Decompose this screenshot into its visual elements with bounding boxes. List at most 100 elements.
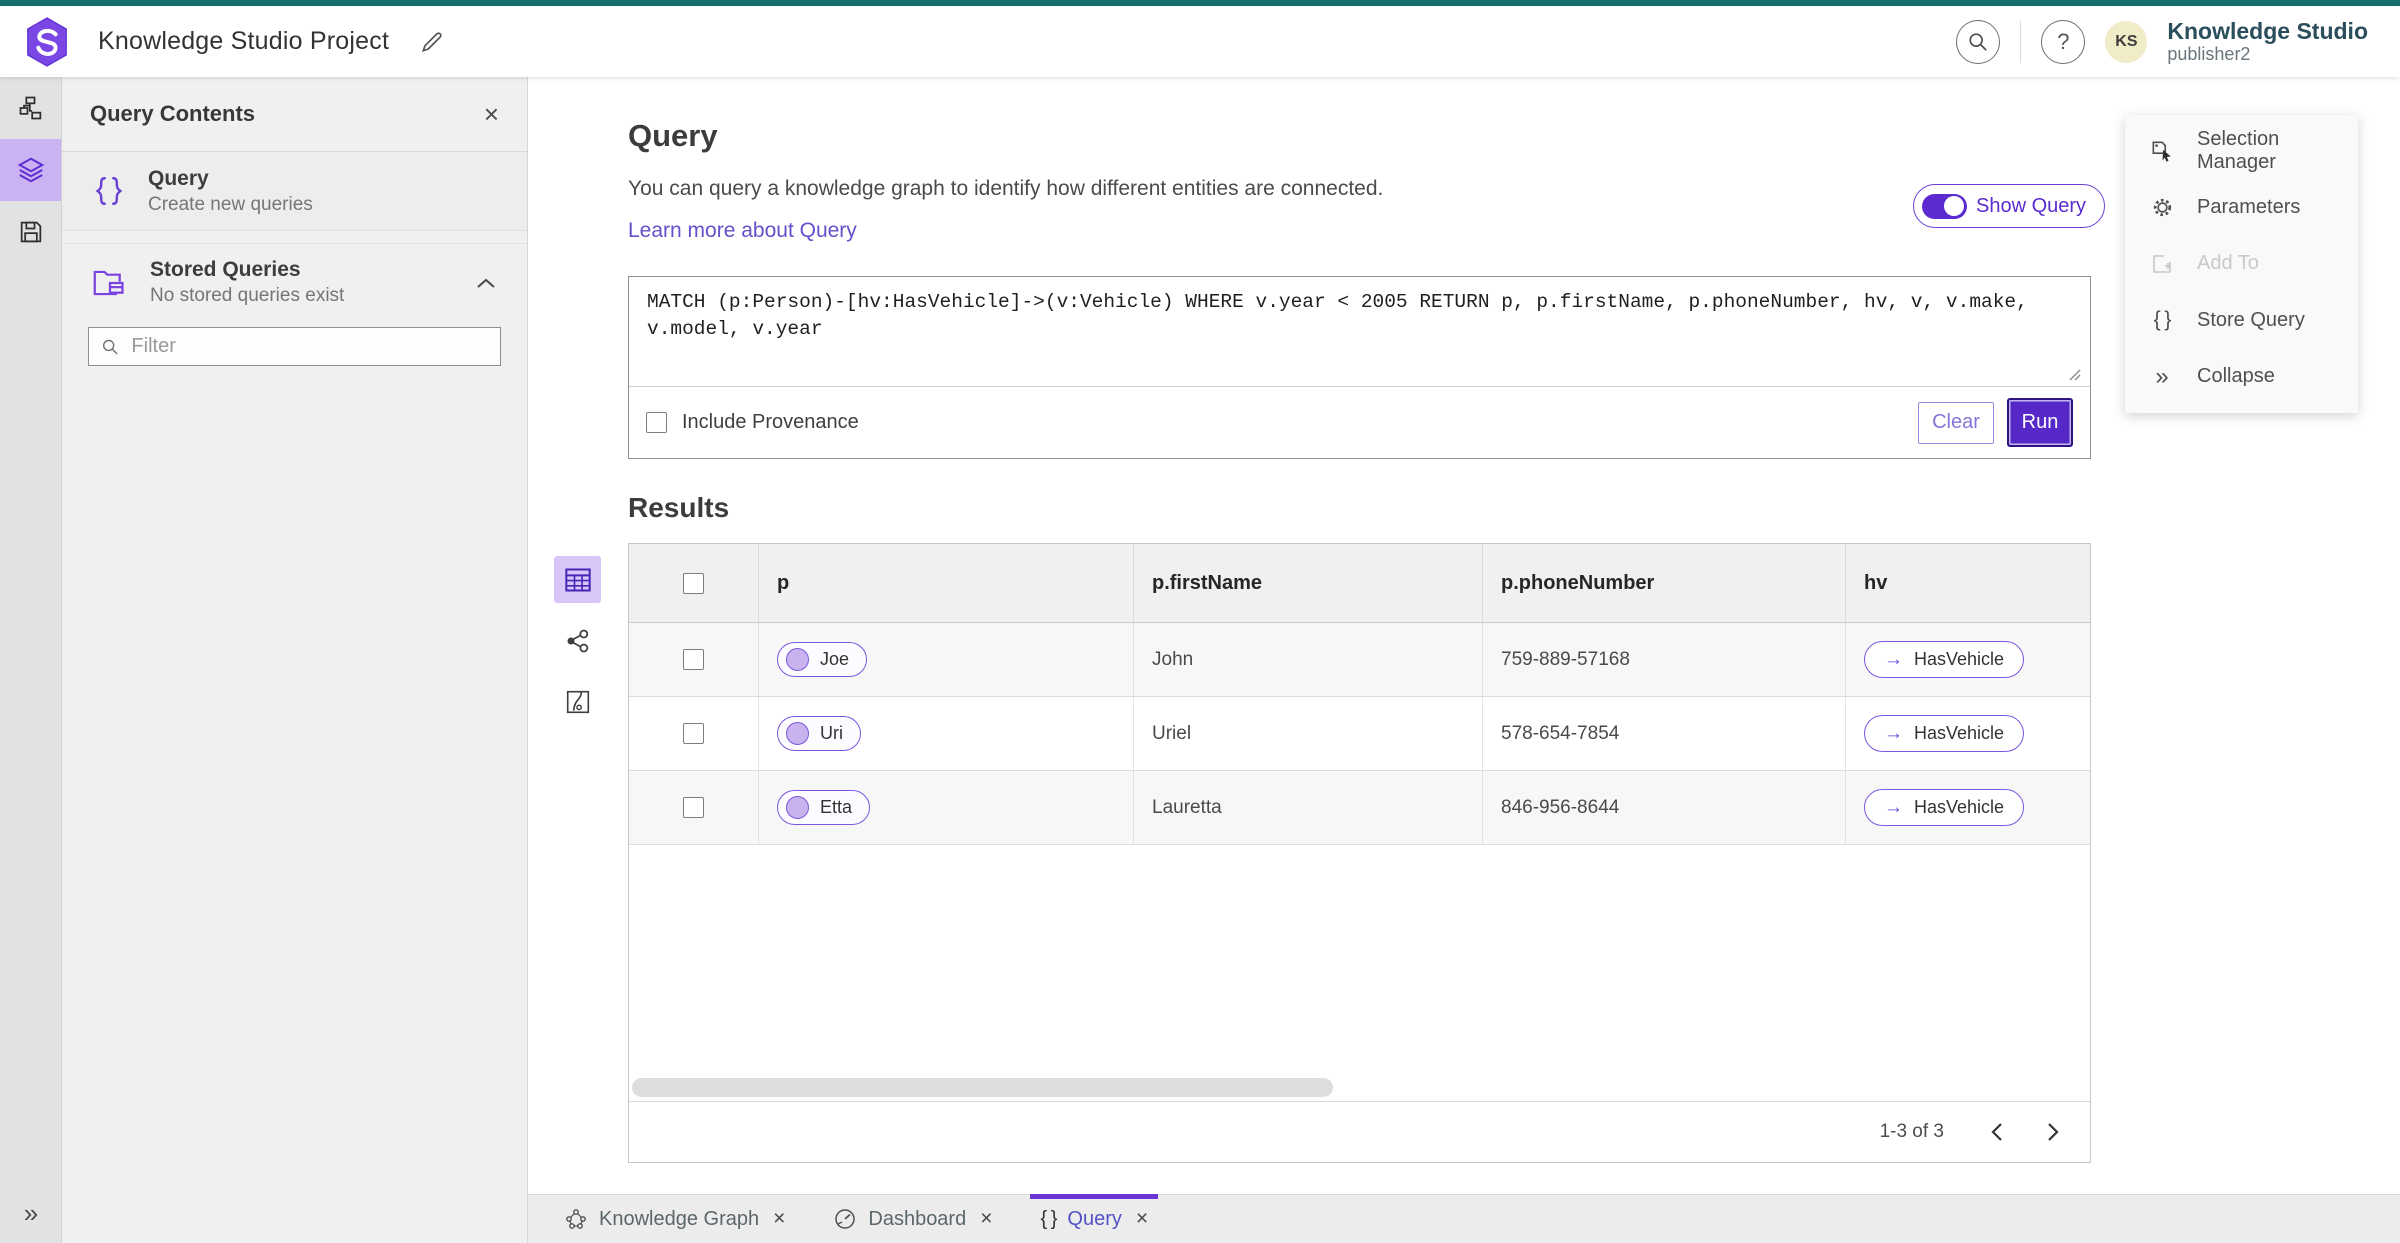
page-title: Query [628, 118, 718, 153]
tab-dashboard[interactable]: Dashboard × [809, 1195, 1016, 1243]
avatar[interactable]: KS [2105, 20, 2148, 63]
row-checkbox[interactable] [683, 797, 704, 818]
dashboard-icon [835, 1209, 856, 1229]
sidebar-item-queries[interactable] [0, 139, 61, 201]
collapse-panel-button[interactable]: » Collapse [2125, 350, 2358, 404]
table-empty-area [629, 845, 2090, 1101]
cell-phone-number: 578-654-7854 [1483, 697, 1846, 770]
stored-queries-folder-icon [93, 270, 124, 295]
left-icon-rail: » [0, 77, 62, 1243]
panel-title: Query Contents [90, 101, 256, 126]
table-view-button[interactable] [554, 556, 601, 603]
node-dot-icon [786, 796, 809, 819]
panel-item-description: Create new queries [148, 193, 313, 215]
search-icon [1969, 32, 1988, 51]
graph-view-icon [567, 629, 588, 652]
table-row[interactable]: Joe John 759-889-57168 → HasVehicle [629, 623, 2090, 697]
cell-phone-number: 846-956-8644 [1483, 771, 1846, 844]
relationship-badge[interactable]: → HasVehicle [1864, 789, 2025, 826]
previous-page-button[interactable] [1982, 1117, 2012, 1147]
relationship-badge[interactable]: → HasVehicle [1864, 715, 2025, 752]
stored-queries-header[interactable]: Stored Queries No stored queries exist [62, 258, 527, 307]
tab-knowledge-graph[interactable]: Knowledge Graph × [540, 1195, 809, 1243]
node-badge[interactable]: Joe [777, 642, 868, 677]
close-tab-button[interactable]: × [773, 1207, 785, 1231]
search-button[interactable] [1956, 19, 2001, 64]
top-accent-strip [0, 0, 2400, 6]
tab-query[interactable]: { } Query × [1016, 1194, 1172, 1243]
stored-queries-description: No stored queries exist [150, 285, 345, 306]
column-header[interactable]: p [759, 544, 1134, 622]
parameters-button[interactable]: Parameters [2125, 181, 2358, 235]
braces-icon [95, 177, 123, 205]
chart-view-icon [566, 690, 589, 713]
table-row[interactable]: Etta Lauretta 846-956-8644 → HasVehicle [629, 771, 2090, 845]
node-badge[interactable]: Etta [777, 790, 871, 825]
node-dot-icon [786, 648, 809, 671]
select-all-checkbox[interactable] [683, 572, 704, 594]
query-editor[interactable]: MATCH (p:Person)-[hv:HasVehicle]->(v:Veh… [629, 277, 2090, 387]
cell-first-name: John [1134, 623, 1483, 696]
store-query-button[interactable]: { } Store Query [2125, 293, 2358, 347]
results-heading: Results [628, 492, 730, 523]
pagination-label: 1-3 of 3 [1879, 1121, 1944, 1142]
clear-button[interactable]: Clear [1918, 401, 1994, 444]
expand-rail-button[interactable]: » [0, 1198, 62, 1229]
toggle-knob [1944, 196, 1964, 216]
column-header[interactable]: p.firstName [1134, 544, 1483, 622]
top-bar: Knowledge Studio Project ? KS Knowledge … [0, 6, 2400, 77]
selection-manager-button[interactable]: Selection Manager [2125, 124, 2358, 178]
filter-input[interactable] [131, 335, 488, 358]
stored-queries-section: Stored Queries No stored queries exist [62, 243, 527, 384]
horizontal-scrollbar-thumb[interactable] [632, 1078, 1333, 1097]
help-icon: ? [2057, 28, 2070, 54]
bottom-tab-bar: Knowledge Graph × Dashboard × { } Query … [528, 1194, 2400, 1243]
column-header[interactable]: p.phoneNumber [1483, 544, 1846, 622]
close-icon: × [1135, 1207, 1149, 1230]
results-table-card: p p.firstName p.phoneNumber hv Joe John … [628, 543, 2091, 1163]
close-tab-button[interactable]: × [980, 1207, 992, 1231]
close-icon: × [773, 1207, 786, 1230]
pagination-bar: 1-3 of 3 [629, 1101, 2090, 1162]
row-checkbox[interactable] [683, 649, 704, 670]
close-tab-button[interactable]: × [1136, 1207, 1148, 1231]
graph-view-button[interactable] [554, 617, 601, 664]
sidebar-item-save[interactable] [0, 201, 61, 263]
row-checkbox[interactable] [683, 723, 704, 744]
relationship-badge[interactable]: → HasVehicle [1864, 641, 2025, 678]
topbar-divider [2020, 20, 2022, 63]
sidebar-item-hierarchy[interactable] [0, 77, 61, 139]
run-button[interactable]: Run [2007, 398, 2073, 447]
close-icon: × [483, 99, 499, 129]
toggle-switch[interactable] [1922, 193, 1967, 219]
help-button[interactable]: ? [2041, 19, 2086, 64]
chevron-up-icon [477, 278, 495, 288]
layers-icon [17, 157, 44, 183]
learn-more-link[interactable]: Learn more about Query [628, 219, 857, 243]
resize-handle[interactable] [2067, 367, 2081, 381]
filter-field[interactable] [88, 327, 501, 366]
edit-title-icon[interactable] [419, 29, 445, 55]
chevron-right-icon [2048, 1123, 2059, 1141]
add-to-icon [2153, 255, 2171, 273]
cell-first-name: Uriel [1134, 697, 1483, 770]
chart-view-button[interactable] [554, 678, 601, 725]
next-page-button[interactable] [2038, 1117, 2068, 1147]
double-chevron-right-icon: » [2155, 362, 2169, 390]
include-provenance-checkbox[interactable] [646, 412, 667, 433]
toggle-label: Show Query [1976, 194, 2087, 217]
panel-item-query[interactable]: Query Create new queries [62, 152, 527, 231]
close-panel-button[interactable]: × [484, 101, 499, 127]
double-chevron-right-icon: » [23, 1198, 39, 1228]
query-editor-footer: Include Provenance Clear Run [629, 387, 2090, 458]
node-badge[interactable]: Uri [777, 716, 861, 751]
query-tools-panel: Selection Manager Parameters Add To { } … [2125, 115, 2358, 413]
table-view-icon [564, 568, 591, 591]
selection-manager-icon [2152, 141, 2171, 162]
column-header[interactable]: hv [1846, 544, 2090, 622]
collapse-section-button[interactable] [475, 276, 497, 290]
show-query-toggle[interactable]: Show Query [1913, 184, 2106, 228]
cell-first-name: Lauretta [1134, 771, 1483, 844]
table-row[interactable]: Uri Uriel 578-654-7854 → HasVehicle [629, 697, 2090, 771]
project-title: Knowledge Studio Project [98, 27, 390, 55]
